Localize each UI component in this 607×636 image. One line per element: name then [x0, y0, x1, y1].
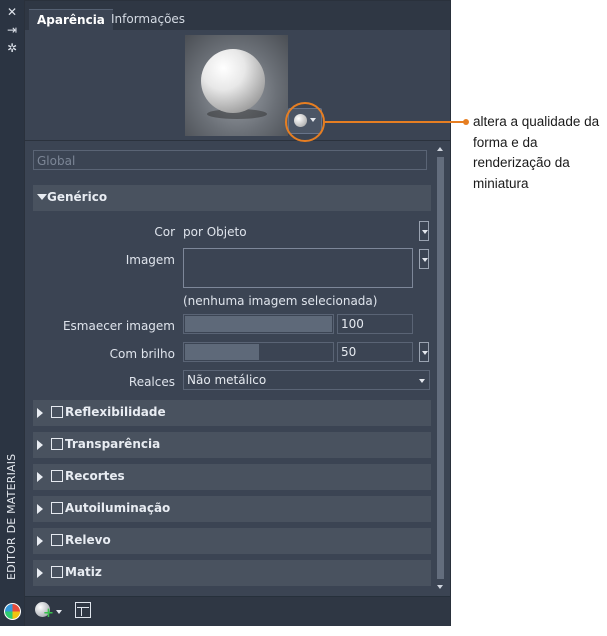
chevron-down-icon [419, 379, 425, 383]
scroll-thumb[interactable] [437, 157, 444, 579]
scroll-up-icon[interactable] [437, 147, 443, 151]
color-label: Cor [154, 225, 175, 239]
slider-fill [185, 316, 332, 332]
image-status-text: (nenhuma imagem selecionada) [183, 294, 378, 308]
section-enable-checkbox[interactable] [51, 566, 63, 578]
section-generic-label: Genérico [47, 190, 108, 204]
expand-right-icon [37, 440, 43, 450]
create-material-button[interactable]: + [35, 602, 63, 620]
scroll-down-icon[interactable] [437, 585, 443, 589]
expand-right-icon [37, 472, 43, 482]
section-transparency-header[interactable]: Transparência [33, 432, 431, 458]
material-browser-icon[interactable] [75, 602, 91, 618]
tab-information[interactable]: Informações [103, 9, 193, 30]
expand-right-icon [37, 408, 43, 418]
material-name-input[interactable]: Global [33, 150, 427, 170]
callout-line [325, 121, 465, 123]
sphere-preview-image [201, 49, 265, 113]
section-enable-checkbox[interactable] [51, 470, 63, 482]
pin-icon[interactable]: ⇥ [6, 24, 18, 36]
image-fade-label: Esmaecer imagem [62, 319, 175, 333]
material-editor-panel: Aparência Informações Global Genérico Co… [24, 0, 451, 626]
section-label: Autoiluminação [65, 501, 171, 515]
chevron-down-icon [56, 610, 62, 614]
divider [25, 140, 450, 141]
section-bump-header[interactable]: Relevo [33, 528, 431, 554]
section-label: Transparência [65, 437, 161, 451]
highlights-select[interactable]: Não metálico [183, 370, 430, 390]
highlights-label: Realces [128, 375, 175, 389]
expand-right-icon [37, 568, 43, 578]
expand-right-icon [37, 504, 43, 514]
scrollbar[interactable] [435, 145, 446, 593]
section-label: Matiz [65, 565, 102, 579]
section-cutouts-header[interactable]: Recortes [33, 464, 431, 490]
section-enable-checkbox[interactable] [51, 438, 63, 450]
glossiness-label: Com brilho [109, 347, 175, 361]
section-enable-checkbox[interactable] [51, 406, 63, 418]
section-label: Relevo [65, 533, 111, 547]
glossiness-slider[interactable] [183, 342, 334, 362]
expand-right-icon [37, 536, 43, 546]
image-fade-value[interactable]: 100 [337, 314, 413, 334]
section-reflectivity-header[interactable]: Reflexibilidade [33, 400, 431, 426]
color-value: por Objeto [183, 225, 247, 239]
section-generic-header[interactable]: Genérico [33, 185, 431, 211]
glossiness-dropdown-button[interactable] [419, 342, 429, 362]
close-icon[interactable]: ✕ [6, 6, 18, 18]
palette-strip: ✕ ⇥ ✲ EDITOR DE MATERIAIS [0, 0, 25, 626]
callout-text: altera a qualidade da forma e da renderi… [473, 114, 600, 191]
plus-icon: + [43, 606, 54, 621]
image-fade-slider[interactable] [183, 314, 334, 334]
section-self-illumination-header[interactable]: Autoiluminação [33, 496, 431, 522]
glossiness-value[interactable]: 50 [337, 342, 413, 362]
section-enable-checkbox[interactable] [51, 502, 63, 514]
bottom-toolbar: + [25, 596, 450, 626]
tab-appearance[interactable]: Aparência [29, 9, 113, 31]
section-enable-checkbox[interactable] [51, 534, 63, 546]
callout-dot [463, 119, 469, 125]
section-tint-header[interactable]: Matiz [33, 560, 431, 586]
image-label: Imagem [125, 253, 175, 267]
properties-icon[interactable]: ✲ [6, 42, 18, 54]
slider-fill [185, 344, 259, 360]
highlight-circle [285, 102, 325, 142]
material-preview [185, 35, 288, 136]
image-dropdown-button[interactable] [419, 249, 429, 269]
section-label: Recortes [65, 469, 125, 483]
expand-down-icon [37, 194, 47, 200]
section-label: Reflexibilidade [65, 405, 166, 419]
tab-bar: Aparência Informações [25, 1, 450, 31]
color-dropdown-button[interactable] [419, 221, 429, 241]
image-slot[interactable] [183, 248, 413, 288]
highlights-value: Não metálico [187, 373, 267, 387]
palette-title: EDITOR DE MATERIAIS [5, 453, 18, 580]
palette-icon [4, 603, 21, 620]
